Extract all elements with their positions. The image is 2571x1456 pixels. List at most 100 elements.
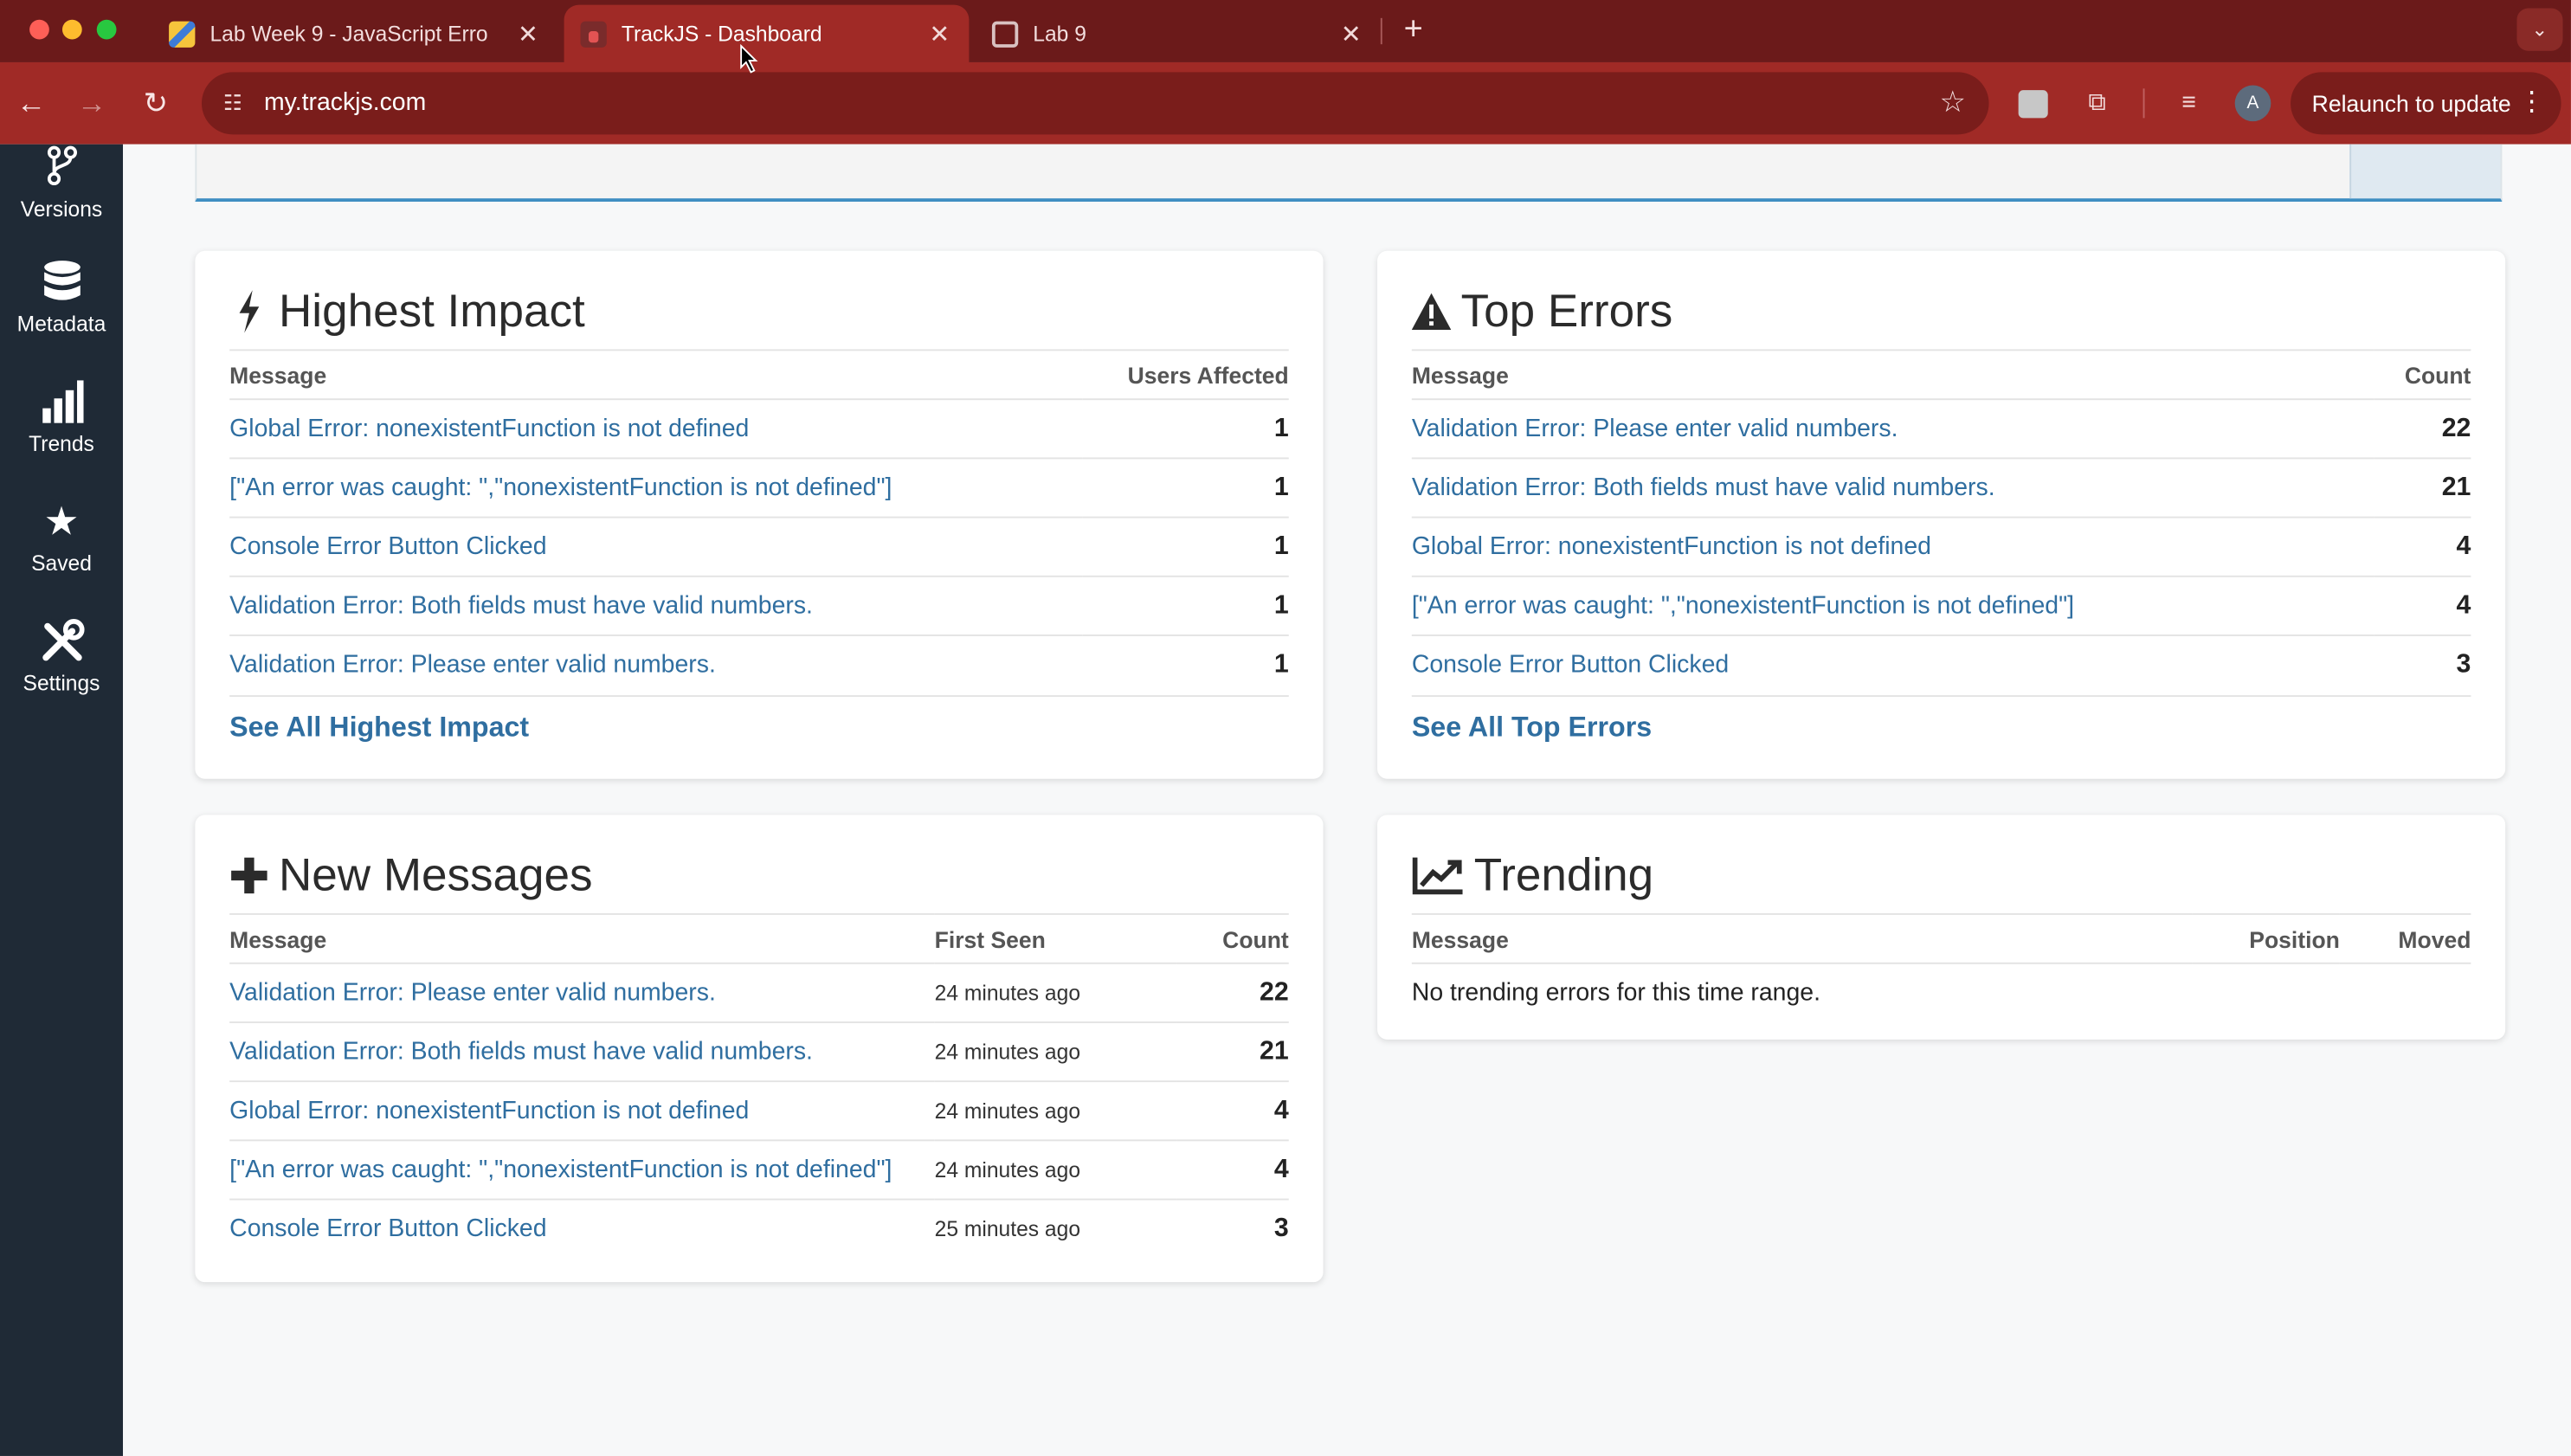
column-header-message[interactable]: Message (229, 913, 935, 963)
maximize-window-button[interactable] (96, 19, 117, 40)
count-value: 3 (2374, 635, 2471, 695)
star-icon: ★ (43, 499, 80, 544)
close-icon[interactable]: ✕ (515, 19, 541, 48)
close-icon[interactable]: ✕ (1338, 19, 1364, 48)
count-value: 4 (2374, 516, 2471, 577)
forward-arrow-icon[interactable]: → (72, 84, 111, 123)
table-row[interactable]: Validation Error: Both fields must have … (1411, 457, 2471, 518)
error-message-link[interactable]: ["An error was caught: ","nonexistentFun… (229, 1139, 935, 1200)
error-message-link[interactable]: Global Error: nonexistentFunction is not… (229, 1080, 935, 1141)
sidebar-item-label: Settings (23, 670, 100, 696)
reading-list-icon[interactable]: ≡ (2173, 87, 2206, 119)
panel-title-text: Trending (1473, 849, 1654, 900)
trending-panel: Trending Message Position Moved No trend… (1377, 815, 2506, 1040)
column-header-users-affected[interactable]: Users Affected (1081, 349, 1289, 400)
error-message-link[interactable]: Validation Error: Both fields must have … (229, 1021, 935, 1082)
site-settings-icon[interactable]: ☷ (218, 88, 248, 118)
table-row[interactable]: Validation Error: Both fields must have … (229, 1021, 1289, 1082)
table-row[interactable]: ["An error was caught: ","nonexistentFun… (229, 1139, 1289, 1200)
table-row[interactable]: Global Error: nonexistentFunction is not… (229, 1080, 1289, 1141)
panel-title: Trending (1412, 847, 2471, 903)
column-header-first-seen[interactable]: First Seen (934, 913, 1178, 963)
users-affected-value: 1 (1081, 516, 1289, 577)
count-value: 4 (1177, 1139, 1289, 1200)
browser-tab-lab-week[interactable]: Lab Week 9 - JavaScript Erro ✕ (152, 5, 557, 62)
tab-title: Lab 9 (1033, 21, 1086, 47)
profile-avatar[interactable]: A (2234, 85, 2271, 122)
column-header-count[interactable]: Count (1177, 913, 1289, 963)
error-message-link[interactable]: Global Error: nonexistentFunction is not… (229, 398, 1082, 459)
first-seen-value: 24 minutes ago (934, 1080, 1178, 1141)
table-row[interactable]: Validation Error: Please enter valid num… (1411, 398, 2471, 459)
new-tab-plus-icon[interactable]: + (1395, 11, 1432, 48)
sidebar-item-metadata[interactable]: Metadata (0, 259, 123, 336)
error-message-link[interactable]: Console Error Button Clicked (1411, 635, 2375, 695)
bolt-icon (229, 288, 268, 334)
see-all-highest-impact-link[interactable]: See All Highest Impact (229, 694, 1289, 773)
sidebar-item-trends[interactable]: Trends (0, 379, 123, 456)
table-row[interactable]: ["An error was caught: ","nonexistentFun… (1411, 575, 2471, 635)
table-row[interactable]: Console Error Button Clicked 25 minutes a… (229, 1198, 1289, 1259)
table-row[interactable]: ["An error was caught: ","nonexistentFun… (229, 457, 1289, 518)
address-bar[interactable]: ☷ my.trackjs.com ☆ (201, 72, 1989, 135)
relaunch-to-update-button[interactable]: Relaunch to update ⋮ (2291, 72, 2561, 135)
close-icon[interactable]: ✕ (926, 19, 952, 48)
tab-search-chevron-icon[interactable]: ⌄ (2516, 8, 2563, 51)
branch-icon (0, 145, 123, 194)
browser-tab-lab9[interactable]: Lab 9 ✕ (976, 5, 1381, 62)
tab-title: Lab Week 9 - JavaScript Erro (209, 21, 488, 47)
error-message-link[interactable]: Console Error Button Clicked (229, 516, 1082, 577)
error-message-link[interactable]: Console Error Button Clicked (229, 1198, 935, 1259)
column-header-moved[interactable]: Moved (2339, 913, 2471, 963)
first-seen-value: 24 minutes ago (934, 1021, 1178, 1082)
column-header-count[interactable]: Count (2374, 349, 2471, 400)
strip-highlight (2349, 144, 2501, 199)
more-vert-icon[interactable]: ⋮ (2518, 72, 2544, 134)
panel-title-text: New Messages (278, 849, 593, 900)
highest-impact-table: Message Users Affected Global Error: non… (229, 349, 1289, 695)
extensions-puzzle-icon[interactable]: ⧉ (2081, 87, 2114, 119)
table-row[interactable]: Console Error Button Clicked 3 (1411, 635, 2471, 695)
error-message-link[interactable]: ["An error was caught: ","nonexistentFun… (1411, 575, 2375, 635)
table-row[interactable]: Global Error: nonexistentFunction is not… (229, 398, 1289, 459)
see-all-top-errors-link[interactable]: See All Top Errors (1411, 694, 2471, 773)
error-message-link[interactable]: Validation Error: Please enter valid num… (229, 635, 1082, 695)
new-messages-panel: New Messages Message First Seen Count Va… (195, 815, 1324, 1283)
minimize-window-button[interactable] (61, 19, 82, 40)
column-header-message[interactable]: Message (229, 349, 1082, 400)
error-message-link[interactable]: Global Error: nonexistentFunction is not… (1411, 516, 2375, 577)
plus-icon (229, 853, 268, 899)
close-window-button[interactable] (29, 19, 49, 40)
browser-toolbar: ← → ↻ ☷ my.trackjs.com ☆ ⧉ ≡ A Relaunch … (0, 61, 2571, 145)
column-header-message[interactable]: Message (1411, 913, 2193, 963)
back-arrow-icon[interactable]: ← (11, 84, 50, 123)
error-message-link[interactable]: ["An error was caught: ","nonexistentFun… (229, 457, 1082, 518)
column-header-message[interactable]: Message (1411, 349, 2375, 400)
column-header-position[interactable]: Position (2192, 913, 2340, 963)
sidebar-item-saved[interactable]: ★ Saved (0, 499, 123, 576)
panel-title: Top Errors (1411, 284, 2471, 339)
users-affected-value: 1 (1081, 398, 1289, 459)
panel-title-text: Highest Impact (278, 285, 585, 337)
tab-title: TrackJS - Dashboard (621, 21, 822, 47)
error-message-link[interactable]: Validation Error: Both fields must have … (229, 575, 1082, 635)
browser-tab-trackjs[interactable]: TrackJS - Dashboard ✕ (564, 4, 970, 62)
sidebar-item-settings[interactable]: Settings (0, 618, 123, 695)
count-value: 22 (1177, 962, 1289, 1022)
bookmark-star-icon[interactable]: ☆ (1939, 85, 1966, 119)
error-message-link[interactable]: Validation Error: Please enter valid num… (229, 962, 935, 1022)
count-value: 22 (2374, 398, 2471, 459)
sidebar-item-versions[interactable]: Versions (0, 145, 123, 222)
table-row[interactable]: Global Error: nonexistentFunction is not… (1411, 516, 2471, 577)
error-message-link[interactable]: Validation Error: Both fields must have … (1411, 457, 2375, 518)
table-row[interactable]: Validation Error: Please enter valid num… (229, 962, 1289, 1022)
trackjs-icon (580, 20, 607, 47)
reload-icon[interactable]: ↻ (136, 84, 175, 123)
table-row[interactable]: Validation Error: Both fields must have … (229, 575, 1289, 635)
table-row[interactable]: Validation Error: Please enter valid num… (229, 635, 1289, 695)
panel-title-text: Top Errors (1460, 285, 1673, 337)
extension-icon[interactable] (2018, 90, 2048, 119)
error-message-link[interactable]: Validation Error: Please enter valid num… (1411, 398, 2375, 459)
table-row[interactable]: Console Error Button Clicked 1 (229, 516, 1289, 577)
toolbar-separator (2142, 88, 2145, 119)
